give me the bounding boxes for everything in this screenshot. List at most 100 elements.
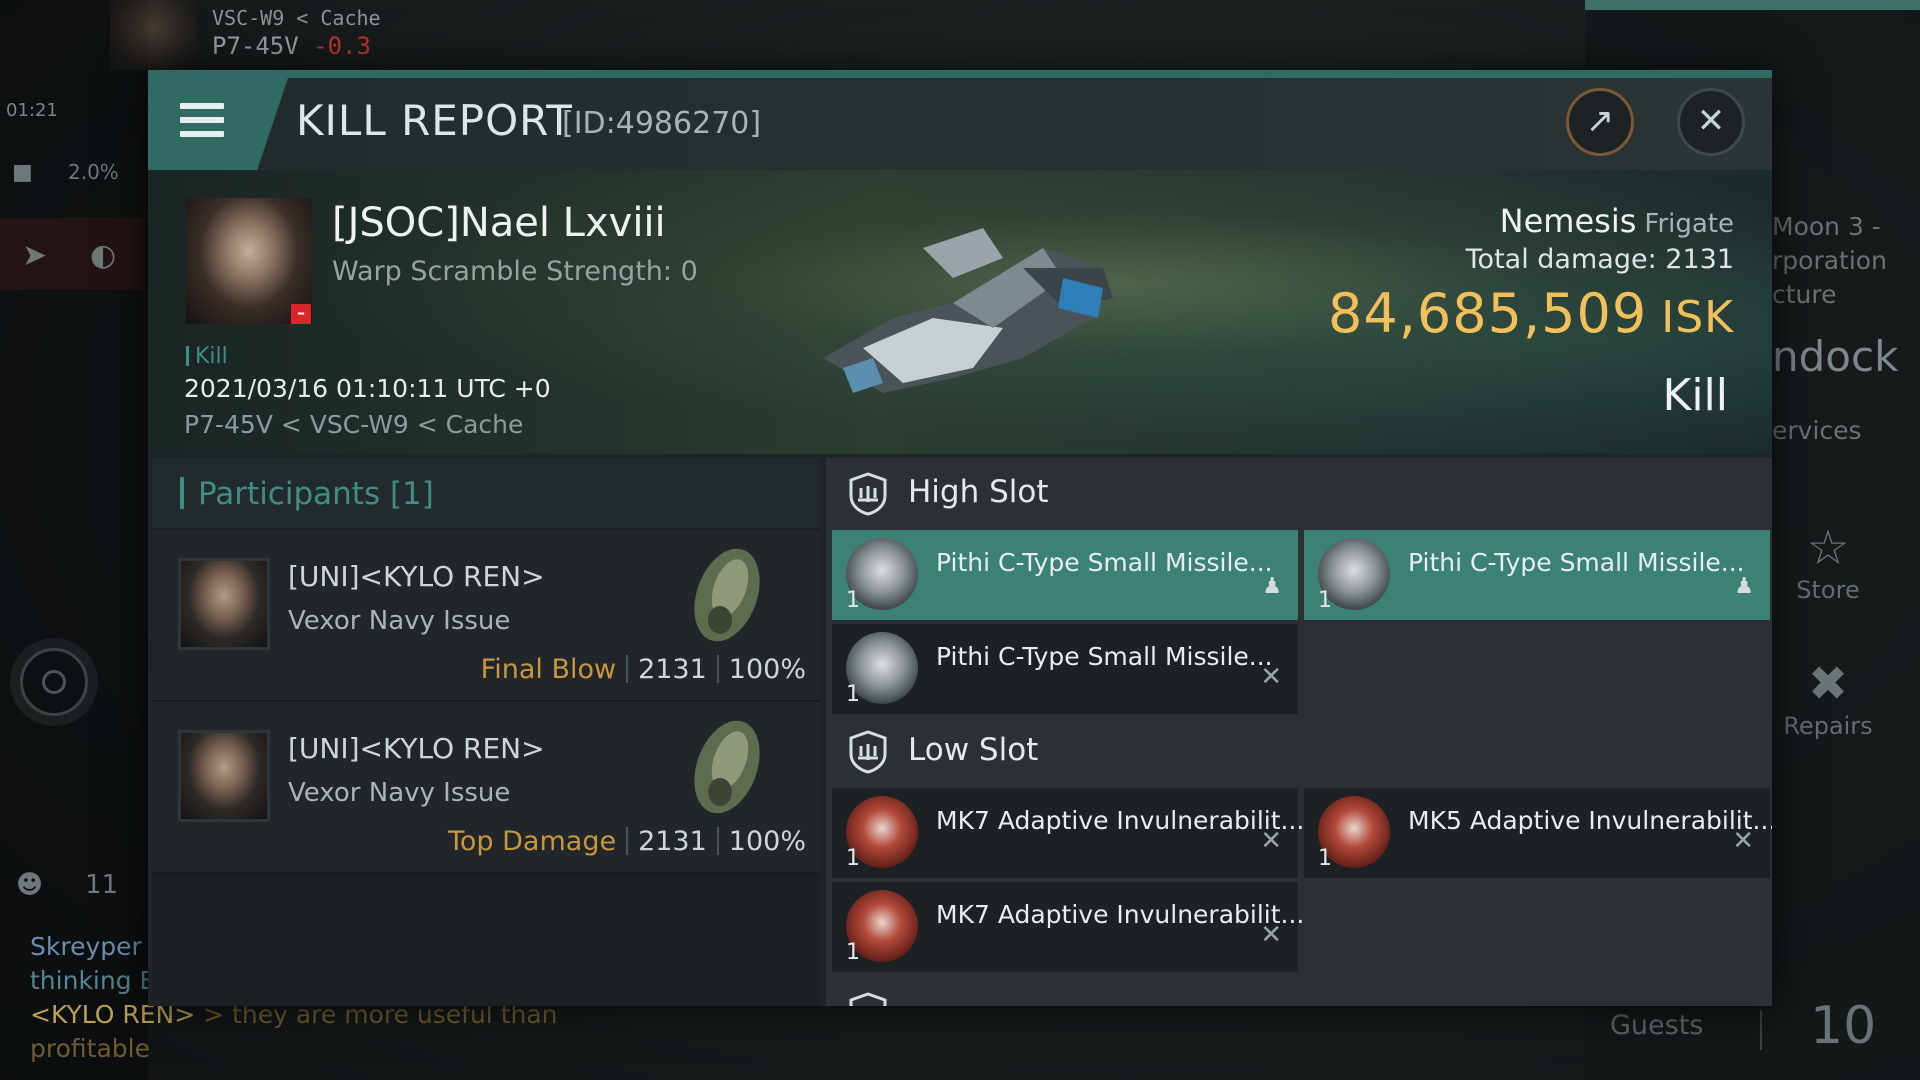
station-panel-top-bar — [1585, 0, 1920, 10]
repairs-button[interactable]: ✖ Repairs — [1778, 656, 1878, 740]
window-top-accent — [148, 70, 1772, 78]
chat-line: <KYLO REN> > they are more useful than p… — [30, 1000, 558, 1063]
close-button[interactable]: ✕ — [1677, 88, 1745, 156]
module-low-slot-2[interactable]: 1 MK5 Adaptive Invulnerabilit... ✕ — [1304, 788, 1772, 878]
store-button[interactable]: ☆ Store — [1778, 520, 1878, 604]
module-quantity: 1 — [846, 682, 860, 707]
clock: 01:21 — [6, 100, 58, 121]
module-quantity: 1 — [846, 846, 860, 871]
participant-row[interactable]: [UNI]<KYLO REN> Vexor Navy Issue Final B… — [152, 530, 820, 702]
radar-button[interactable] — [20, 648, 88, 716]
participant-avatar[interactable] — [178, 558, 270, 650]
window-title: KILL REPORT — [296, 96, 573, 145]
total-damage-label: Total damage: — [1465, 244, 1657, 275]
pilot-avatar[interactable] — [110, 0, 196, 70]
participant-percent: 100% — [728, 654, 806, 685]
kill-tag: Kill — [186, 344, 228, 369]
share-button[interactable]: ↗ — [1566, 88, 1634, 156]
cargo-percent: 2.0% — [68, 160, 119, 184]
station-menu: Moon 3 - rporation cture ndock ervices — [1772, 210, 1898, 448]
high-slot-label: High Slot — [908, 474, 1049, 510]
guests-count: 10 — [1810, 996, 1877, 1056]
divider — [1760, 1010, 1762, 1050]
module-high-slot-1[interactable]: 1 Pithi C-Type Small Missile... ♟ — [832, 530, 1298, 620]
kill-timestamp: 2021/03/16 01:10:11 UTC +0 — [184, 374, 551, 403]
ship-name: Nemesis — [1499, 202, 1637, 240]
participant-stats: Final Blow 2131 100% — [481, 654, 806, 685]
participant-avatar[interactable] — [178, 730, 270, 822]
low-slot-label: Low Slot — [908, 732, 1039, 768]
module-name: MK7 Adaptive Invulnerabilit... — [936, 900, 1305, 929]
navigation-arrow-icon[interactable]: ➤ — [22, 238, 47, 273]
participant-percent: 100% — [728, 826, 806, 857]
ship-class: Frigate — [1644, 209, 1734, 239]
isk-value: 84,685,509 ISK — [1328, 282, 1734, 345]
participant-ship-render — [694, 548, 760, 642]
module-name: MK7 Adaptive Invulnerabilit... — [936, 806, 1305, 835]
participant-damage: 2131 — [638, 826, 707, 857]
station-name-line: rporation — [1772, 246, 1887, 275]
dropped-icon: ♟ — [1734, 574, 1754, 599]
isk-unit: ISK — [1661, 292, 1734, 343]
mid-slot-shield-icon — [849, 992, 887, 1006]
wrench-screwdriver-icon: ✖ — [1807, 656, 1849, 712]
victim-ship[interactable]: Nemesis Frigate — [1500, 202, 1734, 240]
participant-damage: 2131 — [638, 654, 707, 685]
hostile-badge: – — [291, 304, 311, 324]
person-icon: ☻ — [16, 870, 44, 900]
next-slot-header — [826, 978, 1772, 1006]
cargo-icon: ■ — [12, 160, 33, 185]
participants-panel: Participants [1] [UNI]<KYLO REN> Vexor N… — [152, 458, 820, 1006]
participant-name: [UNI]<KYLO REN> — [288, 560, 545, 593]
store-label: Store — [1796, 576, 1860, 604]
module-high-slot-2[interactable]: 1 Pithi C-Type Small Missile... ♟ — [1304, 530, 1770, 620]
repairs-label: Repairs — [1783, 712, 1873, 740]
module-low-slot-1[interactable]: 1 MK7 Adaptive Invulnerabilit... ✕ — [832, 788, 1304, 878]
warp-scramble-strength: Warp Scramble Strength: 0 — [332, 256, 698, 287]
total-damage: Total damage: 2131 — [1466, 244, 1734, 275]
module-name: Pithi C-Type Small Missile... — [936, 642, 1273, 671]
victim-name[interactable]: [JSOC]Nael Lxviii — [332, 200, 666, 246]
nes-star-icon: ☆ — [1806, 520, 1850, 576]
close-icon: ✕ — [1696, 101, 1726, 141]
kill-location[interactable]: P7-45V < VSC-W9 < Cache — [184, 410, 523, 439]
station-name-line: cture — [1772, 280, 1837, 309]
participant-role: Top Damage — [448, 826, 617, 857]
undock-button[interactable]: ndock — [1772, 336, 1898, 378]
module-name: Pithi C-Type Small Missile... — [1408, 548, 1745, 577]
guests-label: Guests — [1610, 1010, 1704, 1041]
participant-role: Final Blow — [480, 654, 617, 685]
module-high-slot-3[interactable]: 1 Pithi C-Type Small Missile... ✕ — [832, 624, 1298, 714]
participant-stats: Top Damage 2131 100% — [448, 826, 806, 857]
security-status: -0.3 — [313, 32, 371, 60]
hamburger-icon — [180, 103, 224, 145]
participant-ship: Vexor Navy Issue — [288, 606, 511, 636]
fitting-panel: High Slot 1 Pithi C-Type Small Missile..… — [826, 458, 1772, 1006]
dock-icon[interactable]: ◐ — [90, 238, 116, 273]
low-slot-shield-icon — [849, 730, 887, 774]
location-system: P7-45V — [212, 32, 299, 60]
victim-banner: – [JSOC]Nael Lxviii Warp Scramble Streng… — [148, 170, 1772, 454]
destroyed-icon: ✕ — [1260, 826, 1282, 856]
isk-amount: 84,685,509 — [1328, 282, 1648, 345]
module-name: Pithi C-Type Small Missile... — [936, 548, 1273, 577]
share-icon: ↗ — [1585, 101, 1615, 141]
participants-header[interactable]: Participants [1] — [152, 458, 820, 528]
services-label: ervices — [1772, 416, 1862, 445]
location-route: VSC-W9 < Cache — [212, 6, 381, 30]
module-quantity: 1 — [846, 940, 860, 965]
station-name-line: Moon 3 - — [1772, 212, 1881, 241]
total-damage-value: 2131 — [1665, 244, 1734, 275]
ship-render[interactable] — [803, 208, 1133, 408]
module-quantity: 1 — [1318, 588, 1332, 613]
participant-row[interactable]: [UNI]<KYLO REN> Vexor Navy Issue Top Dam… — [152, 702, 820, 874]
location-readout[interactable]: VSC-W9 < Cache P7-45V -0.3 — [212, 6, 381, 60]
destroyed-icon: ✕ — [1260, 662, 1282, 692]
kill-report-id: [ID:4986270] — [562, 106, 762, 141]
participant-name: [UNI]<KYLO REN> — [288, 732, 545, 765]
participant-ship-render — [694, 720, 760, 814]
module-low-slot-3[interactable]: 1 MK7 Adaptive Invulnerabilit... ✕ — [832, 882, 1304, 972]
participant-ship: Vexor Navy Issue — [288, 778, 511, 808]
kill-report-window: KILL REPORT [ID:4986270] ↗ ✕ – [JSOC]Nae… — [148, 70, 1772, 1006]
low-slot-header: Low Slot — [826, 716, 1772, 786]
